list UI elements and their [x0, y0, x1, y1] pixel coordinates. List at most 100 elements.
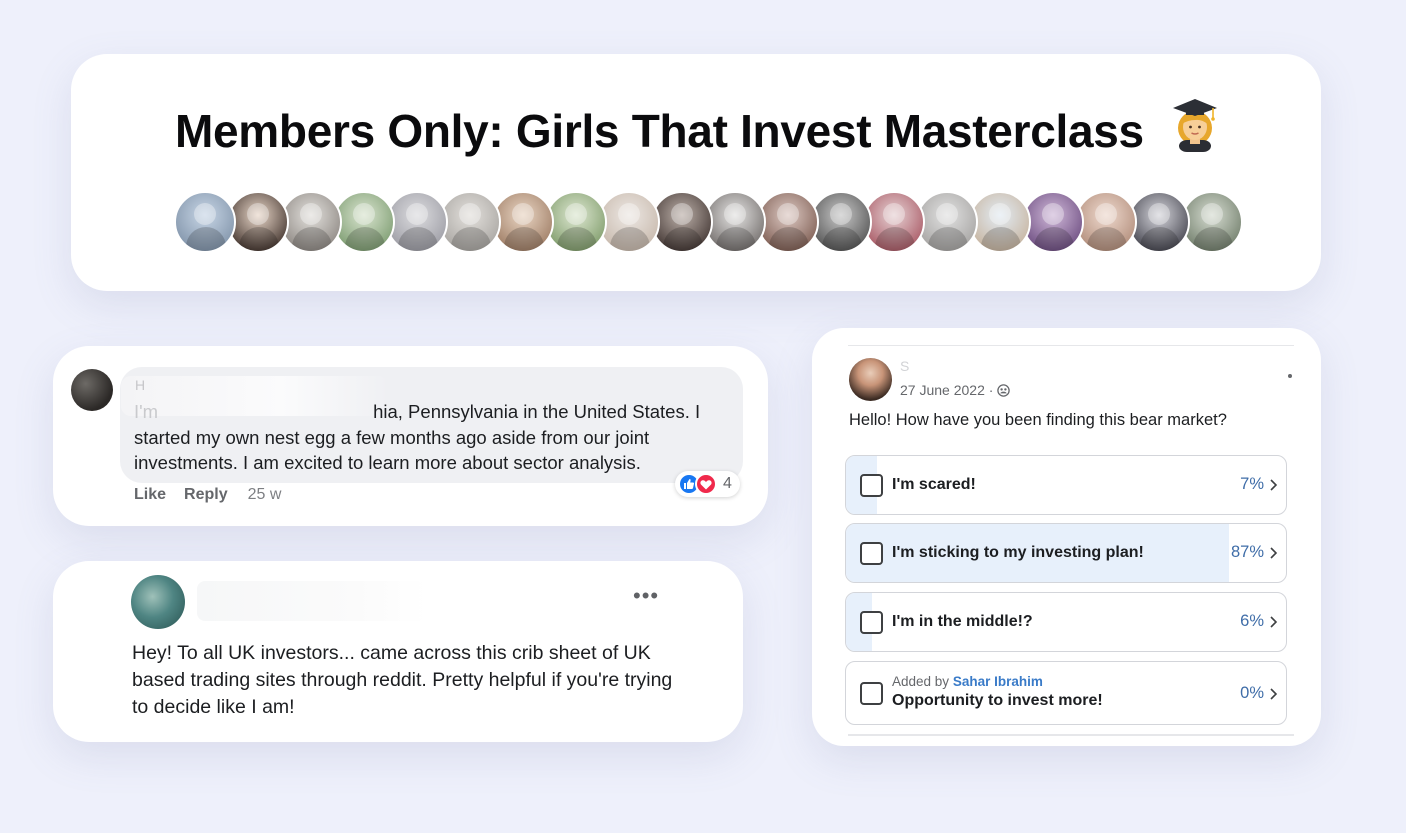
poll-option-checkbox[interactable] — [860, 682, 883, 705]
poll-option-checkbox[interactable] — [860, 474, 883, 497]
comment-text-faded: I'm — [134, 401, 159, 422]
heart-icon — [695, 473, 717, 495]
poll-option-percent: 87% — [1230, 543, 1264, 561]
member-avatar[interactable] — [598, 191, 660, 253]
poll-option-opportunity[interactable]: Added by Sahar Ibrahim Opportunity to in… — [845, 661, 1287, 725]
avatar-head — [989, 203, 1011, 225]
avatar-head — [936, 203, 958, 225]
poll-more-icon[interactable] — [1288, 374, 1292, 378]
poll-option-checkbox[interactable] — [860, 542, 883, 565]
poster-avatar[interactable] — [131, 575, 185, 629]
avatar-head — [724, 203, 746, 225]
more-options-icon[interactable]: ••• — [633, 585, 659, 607]
member-avatar[interactable] — [1181, 191, 1243, 253]
poll-author-name-fragment: S — [900, 358, 910, 374]
group-audience-icon — [997, 383, 1011, 397]
member-avatar[interactable] — [280, 191, 342, 253]
avatar-body — [1193, 227, 1233, 251]
member-avatar[interactable] — [333, 191, 395, 253]
post-text: Hey! To all UK investors... came across … — [132, 642, 673, 718]
woman-student-emoji-icon — [1173, 99, 1217, 152]
member-avatar[interactable] — [492, 191, 554, 253]
chevron-right-icon — [1270, 547, 1278, 559]
poll-option-in-the-middle[interactable]: I'm in the middle!? 6% — [845, 592, 1287, 652]
avatar-body — [239, 227, 279, 251]
poll-meta: 27 June 2022 · — [900, 382, 1011, 398]
commenter-name-fragment: H — [135, 377, 146, 393]
avatar-head — [194, 203, 216, 225]
poll-option-checkbox[interactable] — [860, 611, 883, 634]
reaction-badge[interactable]: 4 — [675, 471, 740, 497]
avatar-body — [822, 227, 862, 251]
avatar-head — [1148, 203, 1170, 225]
avatar-head — [883, 203, 905, 225]
poll-option-label: Opportunity to invest more! — [892, 692, 1103, 709]
avatar-head — [565, 203, 587, 225]
member-avatar[interactable] — [1075, 191, 1137, 253]
chevron-right-icon — [1270, 479, 1278, 491]
avatar-head — [406, 203, 428, 225]
avatar-head — [459, 203, 481, 225]
avatar-body — [663, 227, 703, 251]
poll-option-percent: 6% — [1240, 612, 1264, 630]
member-avatar[interactable] — [227, 191, 289, 253]
avatar-body — [1087, 227, 1127, 251]
poll-option-label: I'm in the middle!? — [892, 613, 1033, 630]
comment-timestamp[interactable]: 25 w — [248, 486, 282, 504]
avatar-head — [830, 203, 852, 225]
divider — [848, 734, 1294, 736]
comment-card: H I'm hia, Pennsylvania in the United Sta… — [53, 346, 768, 526]
group-header-card: Members Only: Girls That Invest Mastercl… — [71, 54, 1321, 291]
member-avatar[interactable] — [916, 191, 978, 253]
commenter-avatar[interactable] — [71, 369, 113, 411]
member-avatar[interactable] — [757, 191, 819, 253]
avatar-head — [353, 203, 375, 225]
chevron-right-icon — [1270, 616, 1278, 628]
reaction-count: 4 — [723, 475, 732, 492]
poll-option-label: I'm sticking to my investing plan! — [892, 544, 1144, 561]
avatar-head — [1095, 203, 1117, 225]
avatar-head — [777, 203, 799, 225]
poll-option-sticking-to-plan[interactable]: I'm sticking to my investing plan! 87% — [845, 523, 1287, 583]
avatar-head — [1201, 203, 1223, 225]
reply-button[interactable]: Reply — [184, 486, 228, 504]
avatar-body — [981, 227, 1021, 251]
member-avatar[interactable] — [1128, 191, 1190, 253]
member-avatar[interactable] — [969, 191, 1031, 253]
member-avatar[interactable] — [386, 191, 448, 253]
comment-text-main: hia, Pennsylvania in the United States. … — [134, 401, 701, 473]
poll-date[interactable]: 27 June 2022 · — [900, 382, 993, 398]
avatar-head — [618, 203, 640, 225]
avatar-body — [716, 227, 756, 251]
member-avatar[interactable] — [174, 191, 236, 253]
avatar-body — [1140, 227, 1180, 251]
avatar-body — [875, 227, 915, 251]
comment-actions: Like Reply 25 w — [134, 486, 281, 504]
avatar-head — [671, 203, 693, 225]
poll-option-scared[interactable]: I'm scared! 7% — [845, 455, 1287, 515]
avatar-head — [300, 203, 322, 225]
poll-question: Hello! How have you been finding this be… — [849, 411, 1227, 429]
poll-option-percent: 7% — [1240, 475, 1264, 493]
like-button[interactable]: Like — [134, 486, 166, 504]
avatar-body — [610, 227, 650, 251]
member-avatar[interactable] — [704, 191, 766, 253]
post-card: ••• Hey! To all UK investors... came acr… — [53, 561, 743, 742]
avatar-head — [247, 203, 269, 225]
page-title: Members Only: Girls That Invest Mastercl… — [175, 105, 1144, 157]
avatar-body — [345, 227, 385, 251]
avatar-body — [769, 227, 809, 251]
member-avatar-row — [174, 191, 1254, 253]
avatar-body — [398, 227, 438, 251]
avatar-head — [512, 203, 534, 225]
added-by-name-link[interactable]: Sahar Ibrahim — [953, 674, 1043, 689]
member-avatar[interactable] — [863, 191, 925, 253]
member-avatar[interactable] — [1022, 191, 1084, 253]
avatar-body — [504, 227, 544, 251]
member-avatar[interactable] — [439, 191, 501, 253]
member-avatar[interactable] — [810, 191, 872, 253]
poll-author-avatar[interactable] — [849, 358, 892, 401]
member-avatar[interactable] — [545, 191, 607, 253]
avatar-body — [1034, 227, 1074, 251]
member-avatar[interactable] — [651, 191, 713, 253]
